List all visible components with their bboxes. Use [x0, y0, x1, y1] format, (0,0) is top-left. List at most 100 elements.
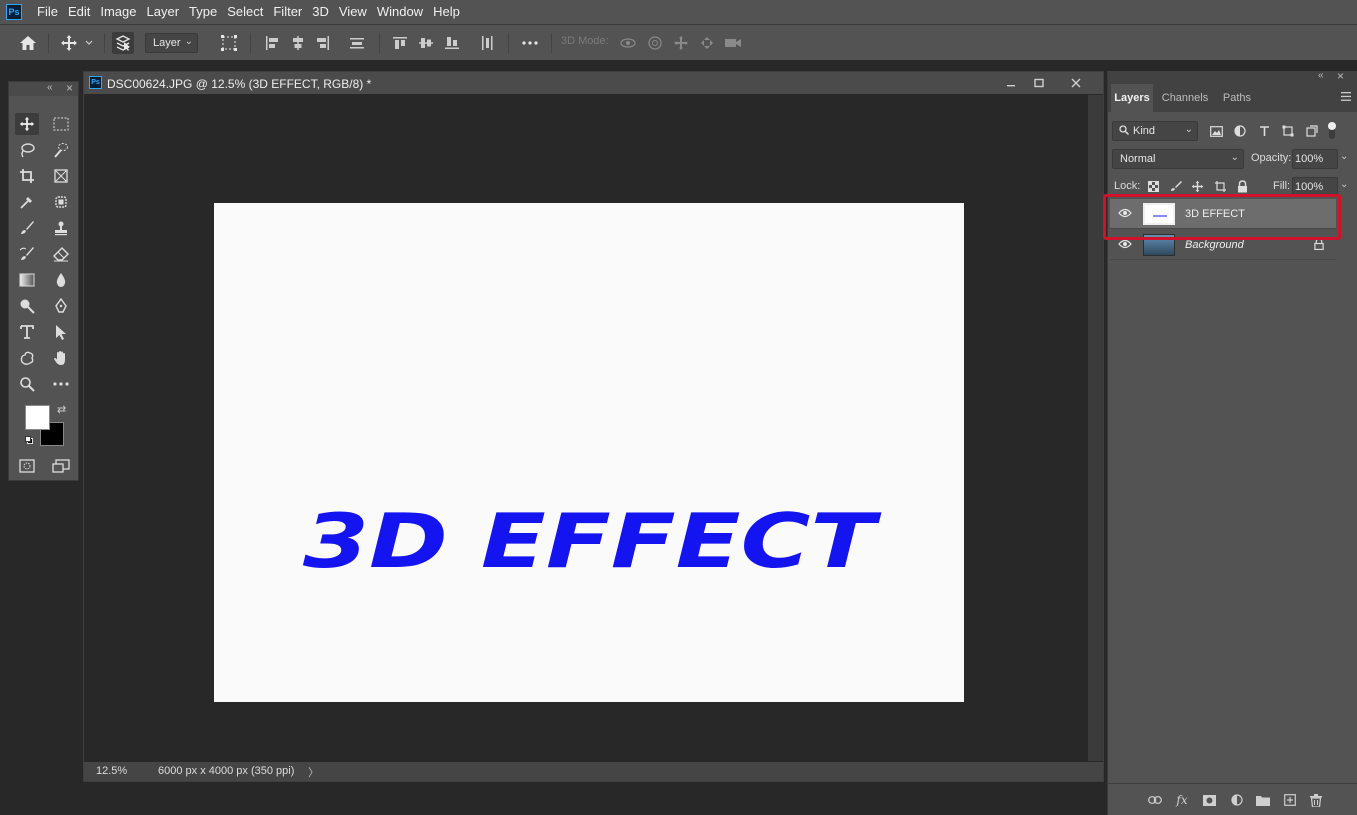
custom-shape-icon[interactable] — [15, 347, 39, 369]
document-canvas[interactable]: 3D EFFECT — [214, 203, 964, 702]
filter-pixel-layers-icon[interactable] — [1208, 123, 1224, 139]
vertical-scrollbar[interactable] — [1088, 95, 1103, 761]
3d-orbit-icon[interactable] — [617, 32, 639, 54]
auto-select-icon[interactable] — [112, 32, 134, 54]
rectangular-marquee-icon[interactable] — [49, 113, 73, 135]
distribute-vertical-icon[interactable] — [346, 32, 368, 54]
minimize-icon[interactable] — [999, 74, 1023, 92]
panel-menu-icon[interactable] — [1341, 92, 1351, 101]
maximize-icon[interactable] — [1027, 74, 1051, 92]
zoom-level[interactable]: 12.5% — [96, 765, 127, 777]
clone-stamp-icon[interactable] — [49, 217, 73, 239]
panel-dock-header[interactable]: « × — [1108, 69, 1357, 84]
new-layer-icon[interactable] — [1282, 792, 1298, 808]
fill-dropdown-icon[interactable]: ⌄ — [1340, 179, 1348, 190]
default-colors-icon[interactable] — [25, 436, 34, 445]
foreground-color-swatch[interactable] — [25, 405, 50, 430]
menu-3d[interactable]: 3D — [307, 0, 334, 24]
spot-healing-icon[interactable] — [49, 191, 73, 213]
menu-help[interactable]: Help — [428, 0, 465, 24]
crop-icon[interactable] — [15, 165, 39, 187]
type-tool-icon[interactable] — [15, 321, 39, 343]
home-icon[interactable] — [17, 32, 39, 54]
visibility-eye-icon[interactable] — [1118, 239, 1132, 249]
transform-controls-icon[interactable] — [218, 32, 240, 54]
3d-pan-icon[interactable] — [670, 32, 692, 54]
chevron-down-icon[interactable] — [82, 32, 96, 54]
gradient-icon[interactable] — [15, 269, 39, 291]
tab-channels[interactable]: Channels — [1155, 84, 1215, 112]
align-horizontal-center-icon[interactable] — [287, 32, 309, 54]
3d-roll-icon[interactable] — [644, 32, 666, 54]
menu-edit[interactable]: Edit — [63, 0, 95, 24]
lock-position-icon[interactable] — [1189, 178, 1205, 194]
canvas-viewport[interactable]: 3D EFFECT — [86, 95, 1088, 761]
screen-mode-icon[interactable] — [49, 455, 73, 477]
move-tool-icon[interactable] — [58, 32, 80, 54]
hand-icon[interactable] — [49, 347, 73, 369]
tab-paths[interactable]: Paths — [1217, 84, 1257, 112]
auto-select-target-dropdown[interactable]: Layer ⌄ — [145, 33, 198, 53]
menu-type[interactable]: Type — [184, 0, 222, 24]
align-top-icon[interactable] — [389, 32, 411, 54]
document-title-bar[interactable]: Ps DSC00624.JPG @ 12.5% (3D EFFECT, RGB/… — [84, 72, 1103, 94]
more-options-icon[interactable] — [519, 32, 541, 54]
quick-mask-icon[interactable] — [15, 455, 39, 477]
add-mask-icon[interactable] — [1201, 792, 1217, 808]
menu-view[interactable]: View — [334, 0, 372, 24]
quick-selection-icon[interactable] — [49, 139, 73, 161]
filter-smart-objects-icon[interactable] — [1304, 123, 1320, 139]
layer-filter-kind-dropdown[interactable]: Kind ⌄ — [1112, 121, 1198, 141]
new-group-folder-icon[interactable] — [1255, 792, 1271, 808]
opacity-input[interactable]: 100% — [1292, 149, 1338, 169]
align-vertical-center-icon[interactable] — [415, 32, 437, 54]
brush-icon[interactable] — [15, 217, 39, 239]
close-icon[interactable]: × — [1337, 69, 1344, 83]
menu-filter[interactable]: Filter — [268, 0, 307, 24]
dodge-icon[interactable] — [15, 295, 39, 317]
history-brush-icon[interactable] — [15, 243, 39, 265]
new-adjustment-layer-icon[interactable] — [1229, 792, 1245, 808]
menu-image[interactable]: Image — [95, 0, 141, 24]
3d-slide-icon[interactable] — [696, 32, 718, 54]
frame-tool-icon[interactable] — [49, 165, 73, 187]
visibility-eye-icon[interactable] — [1118, 208, 1132, 218]
link-layers-icon[interactable] — [1147, 792, 1163, 808]
collapse-icon[interactable]: « — [1318, 70, 1324, 81]
menu-window[interactable]: Window — [372, 0, 428, 24]
more-tools-icon[interactable] — [49, 373, 73, 395]
menu-layer[interactable]: Layer — [142, 0, 185, 24]
opacity-dropdown-icon[interactable]: ⌄ — [1340, 151, 1348, 162]
close-document-icon[interactable] — [1064, 74, 1088, 92]
distribute-horizontal-icon[interactable] — [476, 32, 498, 54]
layer-row-3d-effect[interactable]: 3D EFFECT — [1110, 199, 1336, 229]
lock-artboard-icon[interactable] — [1212, 178, 1228, 194]
delete-layer-trash-icon[interactable] — [1308, 792, 1324, 808]
lasso-icon[interactable] — [15, 139, 39, 161]
3d-camera-icon[interactable] — [722, 32, 744, 54]
blend-mode-dropdown[interactable]: Normal ⌄ — [1112, 149, 1244, 169]
move-tool-icon[interactable] — [15, 113, 39, 135]
tab-layers[interactable]: Layers — [1111, 84, 1153, 112]
align-left-icon[interactable] — [261, 32, 283, 54]
blur-icon[interactable] — [49, 269, 73, 291]
filter-toggle-icon[interactable] — [1326, 119, 1338, 141]
align-bottom-icon[interactable] — [441, 32, 463, 54]
align-right-icon[interactable] — [312, 32, 334, 54]
zoom-icon[interactable] — [15, 373, 39, 395]
layer-row-background[interactable]: Background — [1110, 230, 1336, 260]
pen-icon[interactable] — [49, 295, 73, 317]
collapse-icon[interactable]: « — [47, 82, 53, 93]
close-icon[interactable]: × — [66, 81, 73, 95]
lock-image-pixels-icon[interactable] — [1168, 178, 1184, 194]
filter-type-layers-icon[interactable] — [1256, 123, 1272, 139]
menu-file[interactable]: File — [32, 0, 63, 24]
lock-all-icon[interactable] — [1234, 178, 1250, 194]
toolbox-header[interactable]: « × — [9, 81, 78, 96]
layer-style-fx-icon[interactable]: fx — [1174, 792, 1190, 808]
filter-shape-layers-icon[interactable] — [1280, 123, 1296, 139]
status-expand-arrow[interactable]: 〉 — [308, 764, 319, 780]
swap-colors-icon[interactable]: ⇄ — [57, 403, 66, 416]
fill-input[interactable]: 100% — [1292, 177, 1338, 197]
eyedropper-icon[interactable] — [15, 191, 39, 213]
